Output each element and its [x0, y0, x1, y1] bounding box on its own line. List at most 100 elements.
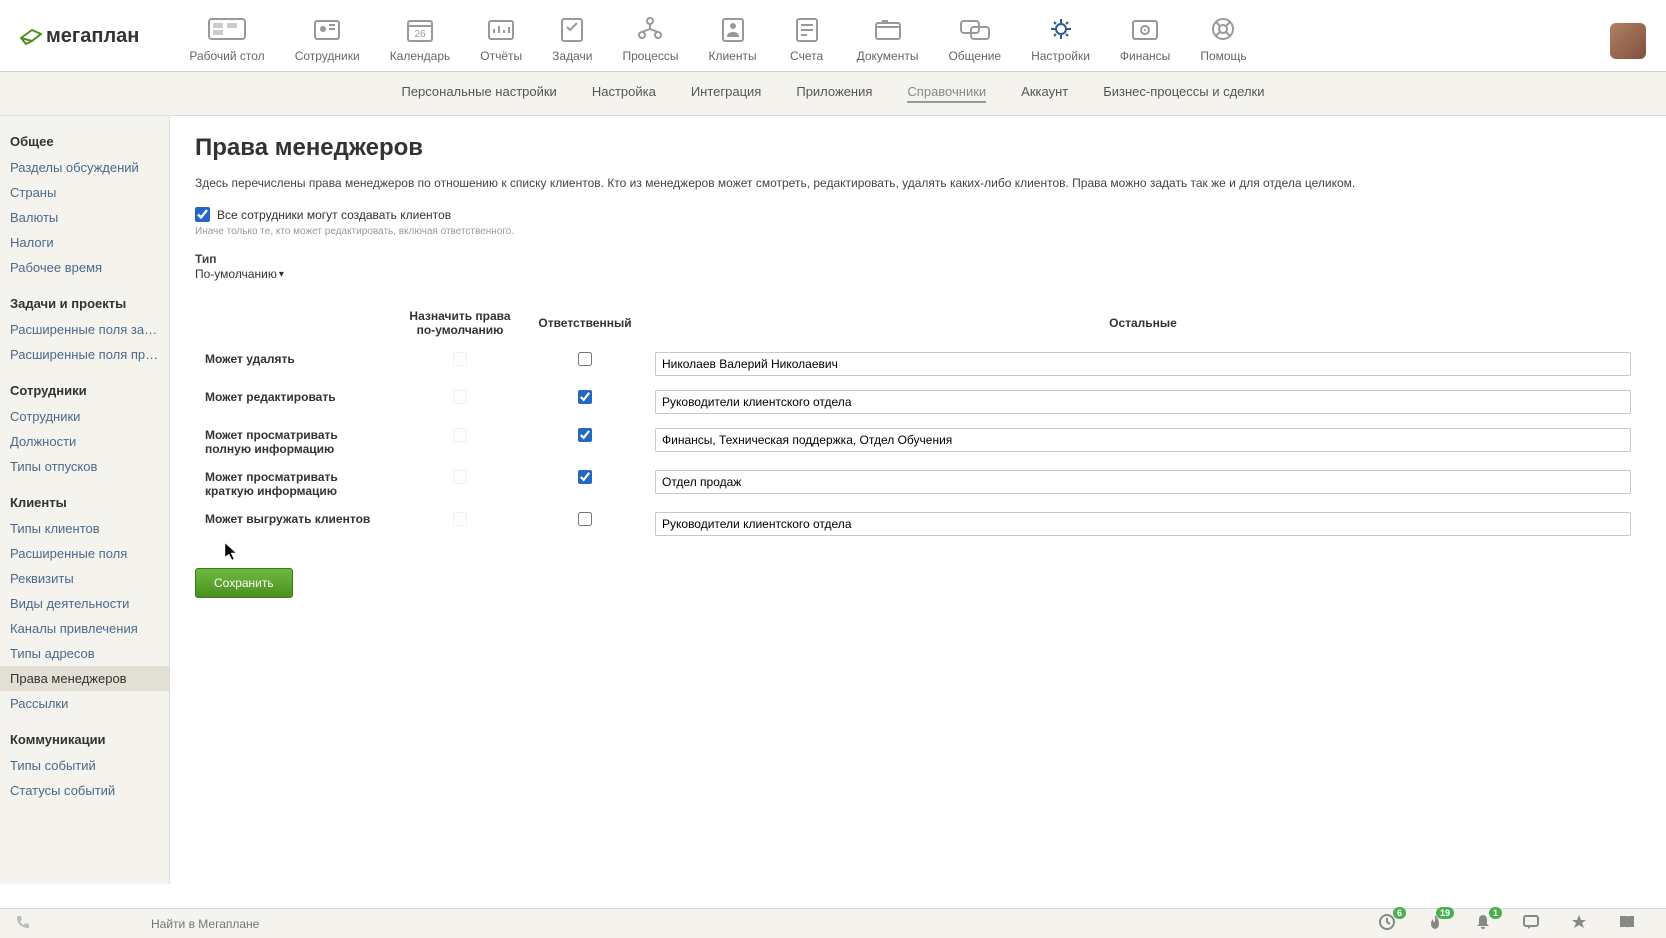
nav-item-8[interactable]: Документы	[857, 15, 919, 63]
star-icon[interactable]	[1570, 913, 1588, 934]
sidebar-link[interactable]: Типы клиентов	[0, 516, 169, 541]
nav-item-4[interactable]: Задачи	[552, 15, 592, 63]
nav-icon	[552, 15, 592, 43]
others-input[interactable]	[655, 390, 1631, 414]
avatar[interactable]	[1610, 23, 1646, 59]
default-checkbox	[453, 390, 467, 404]
table-row: Может редактировать	[195, 383, 1641, 421]
sidebar-link[interactable]: Типы адресов	[0, 641, 169, 666]
bell-icon[interactable]: 1	[1474, 913, 1492, 934]
nav-icon	[630, 15, 670, 43]
nav-item-7[interactable]: Счета	[787, 15, 827, 63]
row-label: Может редактировать	[195, 383, 395, 421]
sub-nav-item[interactable]: Бизнес-процессы и сделки	[1103, 84, 1264, 103]
sidebar-link[interactable]: Каналы привлечения	[0, 616, 169, 641]
sub-nav-item[interactable]: Настройка	[592, 84, 656, 103]
sub-nav-item[interactable]: Справочники	[907, 84, 986, 103]
sub-nav-item[interactable]: Приложения	[796, 84, 872, 103]
all-can-create-label: Все сотрудники могут создавать клиентов	[217, 208, 451, 222]
table-row: Может выгружать клиентов	[195, 505, 1641, 543]
nav-item-0[interactable]: Рабочий стол	[189, 15, 264, 63]
nav-label: Рабочий стол	[189, 49, 264, 63]
nav-label: Финансы	[1120, 49, 1170, 63]
sidebar-link[interactable]: Реквизиты	[0, 566, 169, 591]
nav-item-9[interactable]: Общение	[948, 15, 1001, 63]
nav-item-1[interactable]: Сотрудники	[295, 15, 360, 63]
sidebar-link[interactable]: Рабочее время	[0, 255, 169, 280]
sidebar-link[interactable]: Расширенные поля	[0, 541, 169, 566]
save-button[interactable]: Сохранить	[195, 568, 293, 598]
others-input[interactable]	[655, 470, 1631, 494]
sub-nav-item[interactable]: Интеграция	[691, 84, 762, 103]
responsible-checkbox[interactable]	[578, 428, 592, 442]
default-checkbox	[453, 512, 467, 526]
nav-label: Общение	[948, 49, 1001, 63]
sidebar-link[interactable]: Валюты	[0, 205, 169, 230]
nav-label: Счета	[790, 49, 823, 63]
nav-icon	[713, 15, 753, 43]
sub-nav-item[interactable]: Персональные настройки	[401, 84, 556, 103]
search-input[interactable]	[151, 917, 1378, 931]
phone-icon[interactable]	[15, 914, 31, 933]
sub-nav-item[interactable]: Аккаунт	[1021, 84, 1068, 103]
top-nav: мегаплан Рабочий стол Сотрудники 26Календа…	[0, 0, 1666, 72]
table-row: Может просматривать полную информацию	[195, 421, 1641, 463]
sidebar-link[interactable]: Разделы обсуждений	[0, 155, 169, 180]
bell-badge: 1	[1489, 907, 1502, 919]
sidebar-link[interactable]: Страны	[0, 180, 169, 205]
others-input[interactable]	[655, 352, 1631, 376]
permissions-table: Назначить права по-умолчаниюОтветственны…	[195, 301, 1641, 543]
all-can-create-checkbox[interactable]	[195, 207, 210, 222]
row-label: Может просматривать полную информацию	[195, 421, 395, 463]
others-input[interactable]	[655, 512, 1631, 536]
book-icon[interactable]	[1618, 913, 1636, 934]
nav-item-3[interactable]: Отчёты	[480, 15, 522, 63]
type-dropdown[interactable]: По-умолчанию	[195, 267, 284, 281]
nav-label: Процессы	[622, 49, 678, 63]
responsible-checkbox[interactable]	[578, 470, 592, 484]
column-header: Остальные	[645, 301, 1641, 345]
sidebar-link[interactable]: Должности	[0, 429, 169, 454]
nav-icon	[481, 15, 521, 43]
sidebar-link[interactable]: Типы отпусков	[0, 454, 169, 479]
fire-icon[interactable]: 19	[1426, 913, 1444, 934]
sidebar-link[interactable]: Статусы событий	[0, 778, 169, 803]
hint-text: Иначе только те, кто может редактировать…	[195, 226, 1641, 237]
logo[interactable]: мегаплан	[20, 25, 139, 48]
row-label: Может удалять	[195, 345, 395, 383]
sidebar-header: Задачи и проекты	[0, 290, 169, 317]
nav-item-12[interactable]: Помощь	[1200, 15, 1246, 63]
row-label: Может выгружать клиентов	[195, 505, 395, 543]
column-header: Ответственный	[525, 301, 645, 345]
clock-badge: 6	[1393, 907, 1406, 919]
sidebar-link[interactable]: Расширенные поля задач	[0, 317, 169, 342]
nav-icon	[1203, 15, 1243, 43]
nav-label: Клиенты	[708, 49, 756, 63]
responsible-checkbox[interactable]	[578, 512, 592, 526]
column-header: Назначить права по-умолчанию	[395, 301, 525, 345]
sidebar-link[interactable]: Рассылки	[0, 691, 169, 716]
responsible-checkbox[interactable]	[578, 352, 592, 366]
nav-icon	[787, 15, 827, 43]
nav-item-2[interactable]: 26Календарь	[390, 15, 451, 63]
sidebar-link[interactable]: Расширенные поля проек…	[0, 342, 169, 367]
nav-icon	[1041, 15, 1081, 43]
nav-item-11[interactable]: Финансы	[1120, 15, 1170, 63]
sidebar-link[interactable]: Типы событий	[0, 753, 169, 778]
svg-text:26: 26	[414, 29, 426, 40]
sidebar-link[interactable]: Виды деятельности	[0, 591, 169, 616]
sidebar: ОбщееРазделы обсужденийСтраныВалютыНалог…	[0, 116, 170, 884]
nav-item-5[interactable]: Процессы	[622, 15, 678, 63]
responsible-checkbox[interactable]	[578, 390, 592, 404]
chat-icon[interactable]	[1522, 913, 1540, 934]
footer-bar: 6 19 1	[0, 908, 1666, 938]
others-input[interactable]	[655, 428, 1631, 452]
default-checkbox	[453, 352, 467, 366]
sidebar-header: Клиенты	[0, 489, 169, 516]
sidebar-link[interactable]: Сотрудники	[0, 404, 169, 429]
nav-item-6[interactable]: Клиенты	[708, 15, 756, 63]
sidebar-link[interactable]: Права менеджеров	[0, 666, 169, 691]
sidebar-link[interactable]: Налоги	[0, 230, 169, 255]
nav-item-10[interactable]: Настройки	[1031, 15, 1090, 63]
clock-icon[interactable]: 6	[1378, 913, 1396, 934]
